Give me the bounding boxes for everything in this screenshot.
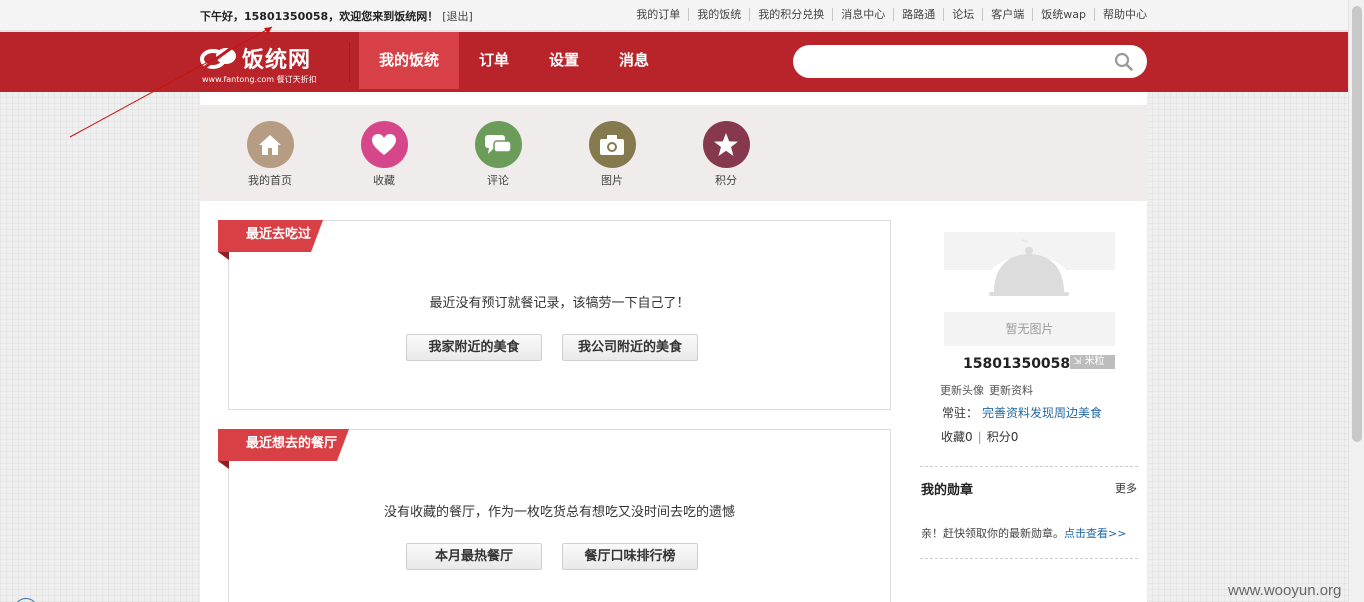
points-count[interactable]: 积分0 [987,430,1019,444]
quick-points-label: 积分 [715,174,737,187]
toplink-my-orders[interactable]: 我的订单 [628,8,688,21]
rice-badge-label: 米粒 [1084,356,1105,367]
toplink-message-center[interactable]: 消息中心 [832,8,893,21]
top-links: 我的订单 我的饭统 我的积分兑换 消息中心 路路通 论坛 客户端 饭统wap 帮… [628,8,1147,21]
top-utility-bar: 下午好，15801350058，欢迎您来到饭统网！ [退出] 我的订单 我的饭统 … [0,0,1364,31]
logout-link[interactable]: [退出] [442,10,473,23]
heart-icon [360,121,408,168]
complete-profile-link[interactable]: 完善资料发现周边美食 [982,406,1102,420]
resident-location: 常驻： 完善资料发现周边美食 [942,404,1102,421]
recent-dining-message: 最近没有预订就餐记录，该犒劳一下自己了！ [429,296,690,311]
quick-photos[interactable]: 图片 [577,121,647,188]
badges-more-link[interactable]: 更多 [1115,480,1137,496]
corner-widget-icon[interactable] [14,598,38,602]
quick-favorites[interactable]: 收藏 [349,121,419,188]
greeting: 下午好，15801350058，欢迎您来到饭统网！ [退出] [200,8,473,24]
favorites-count[interactable]: 收藏0 [941,430,973,444]
nav-orders[interactable]: 订单 [459,32,529,89]
recent-dining-title: 最近去吃过 [218,220,323,252]
toplink-client[interactable]: 客户端 [982,8,1032,21]
nearby-home-button[interactable]: 我家附近的美食 [406,334,542,361]
resident-label: 常驻： [942,406,979,420]
badges-text: 亲！赶快领取你的最新勋章。 [921,527,1064,540]
badges-view-link[interactable]: 点击查看>> [1064,527,1126,540]
quick-comments-label: 评论 [487,174,509,187]
logo-url: www.fantong.com 餐订天折扣 [202,75,317,84]
nav-messages[interactable]: 消息 [599,32,669,89]
taste-ranking-button[interactable]: 餐厅口味排行榜 [562,543,698,570]
quick-comments[interactable]: 评论 [463,121,533,188]
ribbon-fold [218,461,229,469]
toplink-wap[interactable]: 饭统wap [1032,8,1094,21]
toplink-lulutong[interactable]: 路路通 [893,8,943,21]
quick-points[interactable]: 积分 [691,121,761,188]
quick-icon-bar: 我的首页 收藏 评论 图片 积分 [200,105,1147,201]
wishlist-panel: 最近想去的餐厅 没有收藏的餐厅，作为一枚吃货总有想吃又没时间去吃的遗憾 本月最热… [218,429,891,602]
search-icon[interactable] [1114,52,1133,71]
toplink-forum[interactable]: 论坛 [943,8,982,21]
quick-favorites-label: 收藏 [373,174,395,187]
ribbon-fold [218,252,229,260]
search-input[interactable] [793,45,1147,78]
main-nav: 我的饭统 订单 设置 消息 [359,32,669,89]
stats-separator: | [977,430,982,444]
toplink-points-exchange[interactable]: 我的积分兑换 [749,8,832,21]
nav-my-fantong[interactable]: 我的饭统 [359,32,460,89]
rice-level-badge: ⇲ 米粒 [1070,355,1115,369]
quick-photos-label: 图片 [601,174,623,187]
watermark: www.wooyun.org [1228,582,1342,599]
cloche-icon [988,239,1070,304]
no-image-caption: 暂无图片 [944,312,1115,346]
home-icon [246,121,294,168]
header: 饭统网 www.fantong.com 餐订天折扣 我的饭统 订单 设置 消息 [0,32,1364,92]
vertical-scrollbar[interactable] [1348,0,1364,602]
camera-icon [588,121,636,168]
site-logo[interactable]: 饭统网 www.fantong.com 餐订天折扣 [200,38,325,88]
profile-links: 更新头像 更新资料 [940,382,1038,398]
quick-home[interactable]: 我的首页 [235,121,305,188]
update-profile-link[interactable]: 更新资料 [989,384,1033,397]
badges-message: 亲！赶快领取你的最新勋章。点击查看>> [921,525,1126,541]
toplink-help[interactable]: 帮助中心 [1094,8,1147,21]
logo-mark-icon [200,44,236,70]
divider [920,558,1138,559]
greeting-text: 下午好，15801350058，欢迎您来到饭统网！ [200,10,439,23]
profile-username: 15801350058 [963,356,1071,372]
badges-title: 我的勋章 [921,483,974,498]
comment-icon [474,121,522,168]
update-avatar-link[interactable]: 更新头像 [940,384,984,397]
divider [920,466,1138,467]
main-container: 我的首页 收藏 评论 图片 积分 最近去吃过 最近没有预订就餐记录，该犒劳一下自… [200,92,1147,602]
scrollbar-thumb[interactable] [1352,6,1362,442]
profile-stats: 收藏0 | 积分0 [941,428,1018,445]
rice-badge-icon: ⇲ [1073,356,1085,367]
quick-home-label: 我的首页 [248,174,292,187]
star-icon [702,121,750,168]
hot-restaurants-button[interactable]: 本月最热餐厅 [406,543,542,570]
wishlist-title: 最近想去的餐厅 [218,429,349,461]
wishlist-message: 没有收藏的餐厅，作为一枚吃货总有想吃又没时间去吃的遗憾 [383,505,735,520]
logo-text: 饭统网 [242,48,312,73]
nearby-office-button[interactable]: 我公司附近的美食 [562,334,698,361]
nav-settings[interactable]: 设置 [529,32,599,89]
recent-dining-panel: 最近去吃过 最近没有预订就餐记录，该犒劳一下自己了！ 我家附近的美食 我公司附近… [218,220,891,410]
nav-divider [349,42,350,82]
toplink-my-fantong[interactable]: 我的饭统 [688,8,749,21]
